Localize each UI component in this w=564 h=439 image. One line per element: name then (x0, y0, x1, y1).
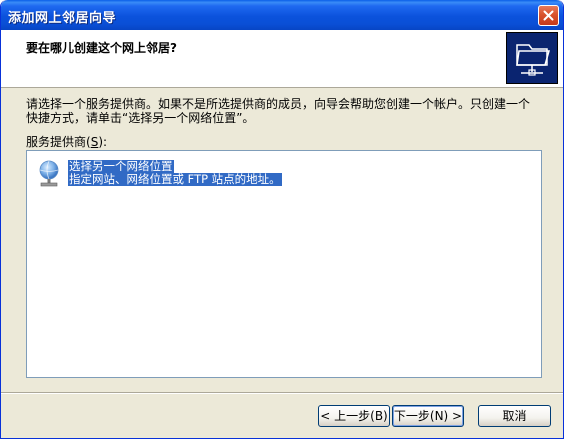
description: 请选择一个服务提供商。如果不是所选提供商的成员，向导会帮助您创建一个帐户。只创建… (26, 97, 546, 125)
description-line-2: 快捷方式，请单击“选择另一个网络位置”。 (26, 111, 255, 125)
cancel-button[interactable]: 取消 (478, 405, 551, 427)
list-item-other-network-place[interactable]: 选择另一个网络位置 指定网站、网络位置或 FTP 站点的地址。 (35, 158, 335, 192)
page-title: 要在哪儿创建这个网上邻居? (26, 41, 177, 55)
description-line-1: 请选择一个服务提供商。如果不是所选提供商的成员，向导会帮助您创建一个帐户。只创建… (26, 97, 531, 111)
header-panel: 要在哪儿创建这个网上邻居? (1, 30, 563, 88)
provider-list-label: 服务提供商(S): (26, 135, 108, 149)
close-button[interactable] (538, 5, 559, 26)
wizard-window: 添加网上邻居向导 要在哪儿创建这个网上邻居? 请选择一个服务提供商。如果不是所选… (0, 0, 564, 439)
network-place-icon (35, 159, 63, 189)
window-title: 添加网上邻居向导 (8, 11, 117, 26)
footer-divider (1, 392, 563, 394)
title-bar[interactable]: 添加网上邻居向导 (1, 0, 563, 30)
provider-detail: 指定网站、网络位置或 FTP 站点的地址。 (68, 172, 282, 186)
close-icon (543, 10, 554, 21)
back-button[interactable]: < 上一步(B) (318, 405, 390, 427)
network-folder-icon (506, 32, 558, 84)
next-button[interactable]: 下一步(N) > (392, 405, 464, 427)
provider-list[interactable]: 选择另一个网络位置 指定网站、网络位置或 FTP 站点的地址。 (26, 150, 542, 378)
